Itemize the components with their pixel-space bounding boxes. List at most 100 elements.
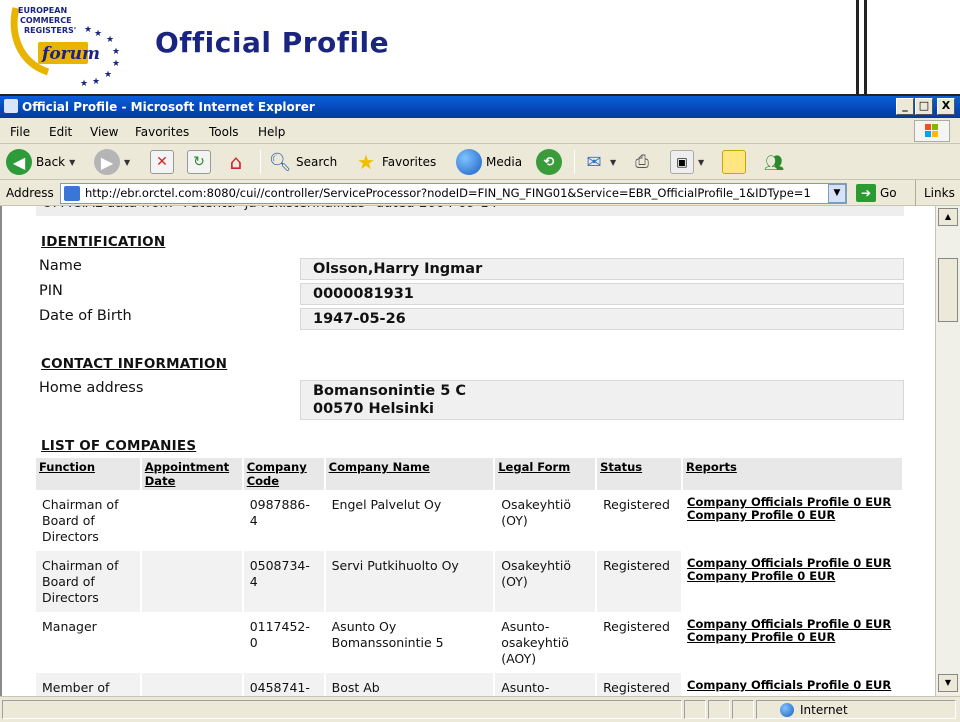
name-value: Olsson,Harry Ingmar [300,258,904,280]
cell-status: Registered [596,490,684,551]
menu-edit[interactable]: Edit [49,125,72,139]
toolbar-separator [574,150,575,174]
refresh-icon: ↻ [187,150,211,174]
column-company-name[interactable]: Company Name [324,458,496,490]
cell-reports: Company Officials Profile 0 EUR [682,673,904,696]
company-profile-link[interactable]: Company Profile 0 EUR [687,570,898,583]
favorites-button[interactable]: ★ Favorites [354,148,436,176]
menu-favorites[interactable]: Favorites [135,125,189,139]
company-officials-profile-link[interactable]: Company Officials Profile 0 EUR [687,679,898,692]
identification-heading: IDENTIFICATION [41,234,166,250]
pin-value: 0000081931 [300,283,904,305]
cell-legal-form: Osakeyhtiö (OY) [494,490,598,551]
logo-line-3: REGISTERS' [24,26,76,35]
go-arrow-icon: ➔ [856,184,876,202]
close-button[interactable]: X [937,98,955,115]
minimize-button[interactable]: _ [896,98,914,115]
edit-button[interactable]: ▣ ▼ [670,148,704,176]
svg-text:★: ★ [94,29,102,39]
media-button[interactable]: Media [456,148,522,176]
table-row: Chairman of Board of Directors 0508734-4… [36,551,904,612]
menu-help[interactable]: Help [258,125,285,139]
column-company-code[interactable]: Company Code [242,458,326,490]
cell-legal-form: Asunto- [494,673,598,696]
cell-function: Manager [36,612,142,673]
ie-window: Official Profile - Microsoft Internet Ex… [0,94,960,722]
edit-page-icon: ▣ [670,150,694,174]
status-pane [732,700,754,719]
window-titlebar[interactable]: Official Profile - Microsoft Internet Ex… [0,96,960,118]
svg-text:★: ★ [112,59,120,69]
dob-value: 1947-05-26 [300,308,904,330]
column-legal-form[interactable]: Legal Form [494,458,598,490]
chevron-down-icon: ▼ [610,157,617,167]
company-profile-link[interactable]: Company Profile 0 EUR [687,509,898,522]
scroll-thumb[interactable] [938,258,958,322]
print-button[interactable]: ⎙ [630,148,654,176]
chevron-down-icon: ▼ [124,157,131,167]
logo-line-1: EUROPEAN [18,6,67,15]
column-reports[interactable]: Reports [682,458,904,490]
vertical-scrollbar[interactable]: ▲ ▼ [935,206,960,696]
forward-button[interactable]: ▶ ▼ [94,148,130,176]
menu-view[interactable]: View [90,125,118,139]
page-content: OFFICIAL data from "Patentti- ja rekiste… [0,206,935,696]
favorites-label: Favorites [382,155,437,169]
messenger-button[interactable]: 👥︎ [762,148,786,176]
stop-button[interactable]: ✕ [150,148,174,176]
mail-button[interactable]: ✉ ▼ [582,148,616,176]
chevron-down-icon: ▼ [698,157,705,167]
contact-heading: CONTACT INFORMATION [41,356,228,372]
go-button[interactable]: ➔ Go [856,184,897,202]
address-label: Address [6,186,54,200]
back-arrow-icon: ◀ [6,149,32,175]
menu-tools[interactable]: Tools [209,125,239,139]
messenger-icon: 👥︎ [763,152,785,172]
menu-bar: File Edit View Favorites Tools Help [0,118,960,144]
history-button[interactable]: ⟲ [536,148,562,176]
security-zone: Internet [780,700,848,719]
official-data-line: OFFICIAL data from "Patentti- ja rekiste… [36,206,904,216]
column-function[interactable]: Function [36,458,142,490]
cell-reports: Company Officials Profile 0 EUR Company … [682,612,904,673]
home-button[interactable]: ⌂ [224,148,248,176]
cell-name: Asunto Oy Bomanssonintie 5 [324,612,496,673]
maximize-button[interactable]: □ [915,98,933,115]
zone-label: Internet [800,702,848,717]
scroll-down-button[interactable]: ▼ [938,674,958,692]
printer-icon: ⎙ [635,152,649,172]
search-button[interactable]: 🔍︎ Search [268,148,338,176]
cell-function: Chairman of Board of Directors [36,551,142,612]
column-appointment-date[interactable]: Appointment Date [140,458,244,490]
links-button[interactable]: Links [915,180,955,206]
standard-toolbar: ◀ Back ▼ ▶ ▼ ✕ ↻ ⌂ 🔍︎ Search ★ Favorites… [0,144,960,180]
svg-text:★: ★ [84,25,92,35]
cell-function: Chairman of Board of Directors [36,490,142,551]
address-bar: Address http://ebr.orctel.com:8080/cui//… [0,180,960,206]
svg-text:★: ★ [112,47,120,57]
ecrf-logo: EUROPEAN COMMERCE REGISTERS' forum ★★★ ★… [10,6,120,88]
back-button[interactable]: ◀ Back ▼ [6,148,75,176]
cell-appointment [140,551,244,612]
refresh-button[interactable]: ↻ [187,148,211,176]
discuss-button[interactable] [722,148,746,176]
cell-name: Engel Palvelut Oy [324,490,496,551]
history-icon: ⟲ [536,149,562,175]
dob-label: Date of Birth [39,308,132,324]
company-profile-link[interactable]: Company Profile 0 EUR [687,631,898,644]
slide-header: EUROPEAN COMMERCE REGISTERS' forum ★ ★ ★ ★… [0,0,960,96]
column-status[interactable]: Status [596,458,684,490]
table-header-row: Function Appointment Date Company Code C… [36,458,904,490]
header-divider [856,0,859,96]
scroll-up-button[interactable]: ▲ [938,208,958,226]
svg-text:★: ★ [80,79,88,88]
status-pane [708,700,730,719]
search-label: Search [296,155,338,169]
address-dropdown-button[interactable]: ▼ [828,184,846,203]
address-input[interactable]: http://ebr.orctel.com:8080/cui//controll… [60,183,847,204]
home-address-value: Bomansonintie 5 C 00570 Helsinki [300,380,904,420]
cell-legal-form: Asunto-osakeyhtiö (AOY) [494,612,598,673]
menu-file[interactable]: File [10,125,30,139]
table-row: Chairman of Board of Directors 0987886-4… [36,490,904,551]
address-url: http://ebr.orctel.com:8080/cui//controll… [85,186,811,200]
